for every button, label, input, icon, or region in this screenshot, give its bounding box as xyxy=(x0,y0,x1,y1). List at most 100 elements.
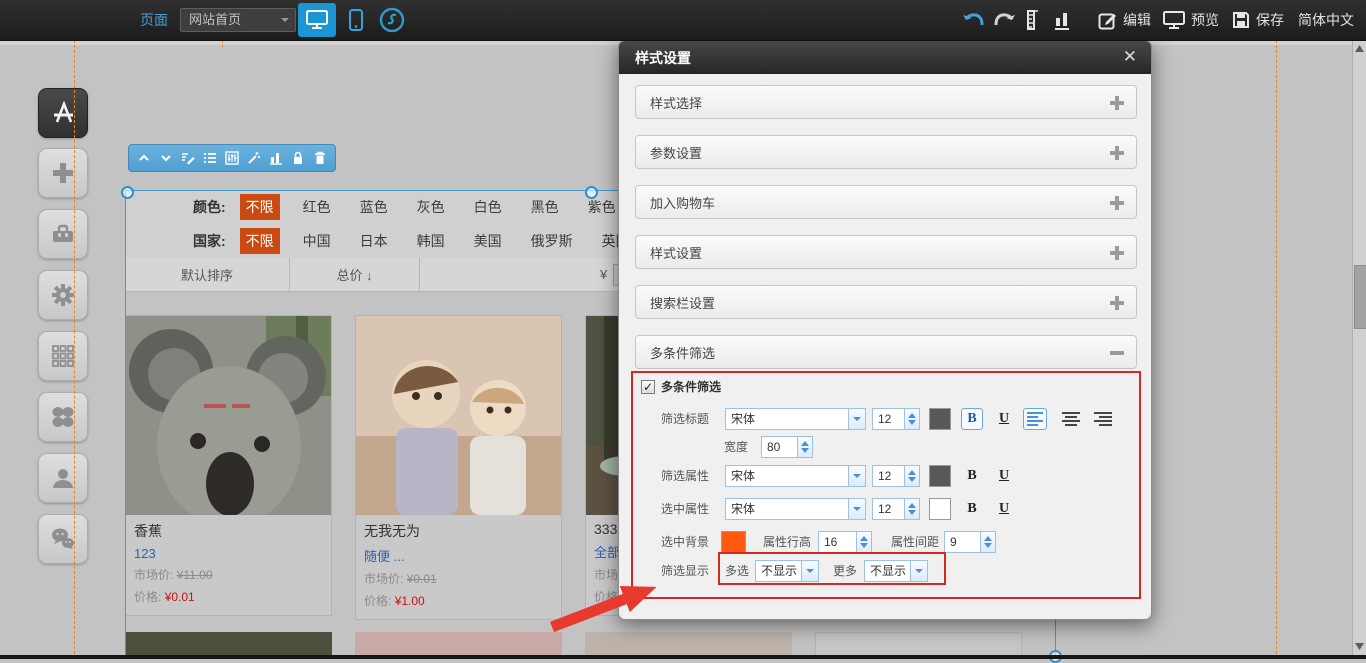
font-select[interactable]: 宋体 xyxy=(725,465,866,487)
product-link[interactable]: 随便 ... xyxy=(364,546,553,565)
sort-total-price[interactable]: 总价 ↓ xyxy=(290,258,420,291)
tune-icon[interactable] xyxy=(225,151,239,165)
expand-icon[interactable] xyxy=(1110,296,1124,310)
title-color-swatch[interactable] xyxy=(929,408,951,430)
section-add-to-cart[interactable]: 加入购物车 xyxy=(635,185,1137,219)
sidebar-item-design[interactable] xyxy=(38,88,88,138)
sidebar-item-components[interactable] xyxy=(38,392,88,442)
magic-wand-icon[interactable] xyxy=(247,151,261,165)
edit-button[interactable]: 编辑 xyxy=(1098,0,1151,40)
lock-icon[interactable] xyxy=(291,151,305,165)
bold-button[interactable]: B xyxy=(961,498,983,520)
redo-button[interactable] xyxy=(994,0,1016,40)
more-display-select[interactable]: 不显示 xyxy=(864,560,928,582)
filter-option[interactable]: 黑色 xyxy=(525,194,565,220)
section-style-select[interactable]: 样式选择 xyxy=(635,85,1137,119)
close-icon[interactable]: ✕ xyxy=(1123,47,1137,67)
filter-option[interactable]: 中国 xyxy=(297,228,337,254)
underline-button[interactable]: U xyxy=(993,465,1015,487)
stepper-arrows-icon[interactable] xyxy=(856,532,871,552)
selection-handle[interactable] xyxy=(121,186,134,199)
line-height-stepper[interactable]: 16 xyxy=(818,531,872,553)
sort-default[interactable]: 默认排序 xyxy=(125,258,290,291)
underline-button[interactable]: U xyxy=(993,498,1015,520)
chevron-down-icon[interactable] xyxy=(848,499,865,519)
multi-display-select[interactable]: 不显示 xyxy=(755,560,819,582)
stepper-arrows-icon[interactable] xyxy=(904,499,919,519)
sidebar-item-toolbox[interactable] xyxy=(38,209,88,259)
chevron-down-icon[interactable] xyxy=(848,409,865,429)
filter-option[interactable]: 日本 xyxy=(354,228,394,254)
bold-button[interactable]: B xyxy=(961,408,983,430)
stepper-arrows-icon[interactable] xyxy=(904,466,919,486)
expand-icon[interactable] xyxy=(1110,96,1124,110)
stepper-arrows-icon[interactable] xyxy=(904,409,919,429)
save-button[interactable]: 保存 xyxy=(1232,0,1284,40)
expand-icon[interactable] xyxy=(1110,246,1124,260)
font-select[interactable]: 宋体 xyxy=(725,408,866,430)
scroll-down-icon[interactable] xyxy=(1355,642,1364,651)
page-select[interactable]: 网站首页 xyxy=(180,8,296,32)
stepper-arrows-icon[interactable] xyxy=(980,532,995,552)
ruler-button[interactable] xyxy=(1022,0,1040,40)
language-switch[interactable]: 简体中文 xyxy=(1298,0,1354,40)
sidebar-item-user[interactable] xyxy=(38,453,88,503)
section-multi-filter[interactable]: 多条件筛选 xyxy=(635,335,1137,369)
filter-option[interactable]: 不限 xyxy=(240,228,280,254)
collapse-icon[interactable] xyxy=(1110,351,1124,355)
selection-handle[interactable] xyxy=(585,186,598,199)
move-up-icon[interactable] xyxy=(137,151,151,165)
scrollbar[interactable] xyxy=(1352,40,1366,655)
undo-button[interactable] xyxy=(962,0,984,40)
width-stepper[interactable]: 80 xyxy=(761,436,813,458)
product-card[interactable]: 香蕉 123 市场价: ¥11.00 价格: ¥0.01 xyxy=(125,315,332,616)
filter-option[interactable]: 不限 xyxy=(240,194,280,220)
move-down-icon[interactable] xyxy=(159,151,173,165)
bg-color-swatch[interactable] xyxy=(721,531,746,553)
product-card[interactable]: 无我无为 随便 ... 市场价: ¥0.01 价格: ¥1.00 xyxy=(355,315,562,620)
font-size-stepper[interactable]: 12 xyxy=(872,498,920,520)
underline-button[interactable]: U xyxy=(993,408,1015,430)
filter-option[interactable]: 白色 xyxy=(468,194,508,220)
chevron-down-icon[interactable] xyxy=(848,466,865,486)
panel-header[interactable]: 样式设置 ✕ xyxy=(619,41,1151,74)
section-style-settings[interactable]: 样式设置 xyxy=(635,235,1137,269)
section-params[interactable]: 参数设置 xyxy=(635,135,1137,169)
attr-color-swatch[interactable] xyxy=(929,465,951,487)
section-search-bar[interactable]: 搜索栏设置 xyxy=(635,285,1137,319)
filter-option[interactable]: 蓝色 xyxy=(354,194,394,220)
font-size-stepper[interactable]: 12 xyxy=(872,408,920,430)
preview-button[interactable]: 预览 xyxy=(1163,0,1219,40)
sidebar-item-wechat[interactable] xyxy=(38,514,88,564)
selected-color-swatch[interactable] xyxy=(929,498,951,520)
filter-option[interactable]: 灰色 xyxy=(411,194,451,220)
filter-option[interactable]: 美国 xyxy=(468,228,508,254)
desktop-view-button[interactable] xyxy=(298,3,336,37)
sidebar-item-apps[interactable] xyxy=(38,331,88,381)
expand-icon[interactable] xyxy=(1110,196,1124,210)
stats-icon[interactable] xyxy=(269,151,283,165)
chevron-down-icon[interactable] xyxy=(801,561,818,581)
sidebar-item-add[interactable] xyxy=(38,148,88,198)
scrollbar-thumb[interactable] xyxy=(1354,265,1366,329)
filter-option[interactable]: 俄罗斯 xyxy=(525,228,579,254)
link-button[interactable] xyxy=(378,6,406,34)
stepper-arrows-icon[interactable] xyxy=(797,437,812,457)
multi-filter-checkbox[interactable]: ✓ xyxy=(641,380,655,394)
filter-option[interactable]: 韩国 xyxy=(411,228,451,254)
stats-button[interactable] xyxy=(1053,0,1071,40)
sidebar-item-settings[interactable] xyxy=(38,270,88,320)
product-link[interactable]: 123 xyxy=(134,546,323,561)
edit-icon[interactable] xyxy=(181,151,195,165)
align-left-button[interactable] xyxy=(1023,408,1047,430)
spacing-stepper[interactable]: 9 xyxy=(944,531,996,553)
align-right-button[interactable] xyxy=(1091,408,1115,430)
font-select[interactable]: 宋体 xyxy=(725,498,866,520)
mobile-view-button[interactable] xyxy=(342,6,370,34)
align-center-button[interactable] xyxy=(1059,408,1083,430)
filter-option[interactable]: 红色 xyxy=(297,194,337,220)
font-size-stepper[interactable]: 12 xyxy=(872,465,920,487)
trash-icon[interactable] xyxy=(313,151,327,165)
scroll-up-icon[interactable] xyxy=(1355,44,1364,53)
expand-icon[interactable] xyxy=(1110,146,1124,160)
